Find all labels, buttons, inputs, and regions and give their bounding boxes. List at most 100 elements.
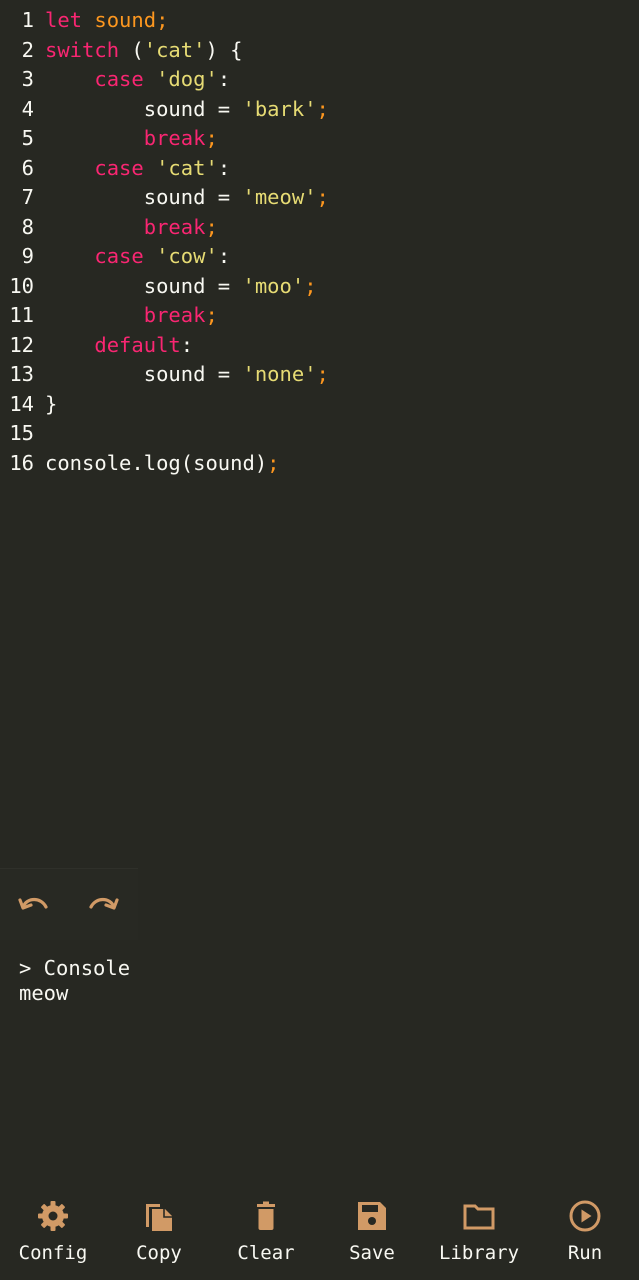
code-line[interactable]: 15 [0, 419, 639, 449]
code-token: 'dog' [156, 67, 218, 91]
code-line[interactable]: 12 default: [0, 331, 639, 361]
line-number: 6 [21, 155, 34, 180]
gear-icon [38, 1201, 68, 1231]
code-line[interactable]: 7 sound = 'meow'; [0, 183, 639, 213]
code-line[interactable]: 5 break; [0, 124, 639, 154]
code-token: sound = [45, 273, 243, 298]
code-line[interactable]: 1 let sound; [0, 6, 639, 36]
code-token: break [143, 214, 206, 239]
save-icon [358, 1202, 386, 1230]
play-circle-icon [569, 1200, 601, 1232]
code-token: sound = [45, 96, 243, 121]
code-token: ; [316, 96, 329, 121]
code-token: case [94, 67, 144, 91]
line-number: 15 [9, 421, 34, 445]
code-token: 'moo' [242, 273, 305, 298]
line-number: 7 [21, 185, 34, 209]
copy-button[interactable]: Copy [109, 1190, 209, 1280]
code-line[interactable]: 13 sound = 'none'; [0, 360, 639, 390]
save-label: Save [349, 1242, 395, 1264]
code-line[interactable]: 14} [0, 390, 639, 420]
code-token: 'none' [242, 362, 317, 386]
code-token: ; [304, 273, 317, 298]
run-button[interactable]: Run [535, 1190, 635, 1280]
code-token: : [180, 332, 194, 357]
line-number: 10 [9, 273, 34, 298]
code-token: sound = [45, 362, 243, 386]
console-header: > Console [19, 956, 131, 980]
code-token: console.log(sound) [45, 450, 268, 475]
code-token: 'cow' [156, 244, 218, 268]
code-token: 'meow' [242, 185, 317, 209]
code-editor[interactable]: 1 let sound; 2 switch ('cat') {3 case 'dog'… [0, 0, 639, 868]
undo-button[interactable] [17, 891, 51, 919]
line-number: 2 [21, 37, 34, 62]
code-token: default [94, 332, 181, 357]
line-number: 8 [21, 214, 34, 239]
code-token: break [143, 126, 206, 150]
config-button[interactable]: Config [3, 1190, 103, 1280]
code-token: ; [156, 8, 169, 32]
line-number: 3 [21, 67, 34, 91]
line-number: 11 [9, 303, 34, 327]
code-line[interactable]: 16 console.log(sound); [0, 449, 639, 479]
code-token: 'cat' [156, 155, 218, 180]
code-token: let [45, 8, 83, 32]
code-token: ; [205, 214, 218, 239]
code-token: ; [316, 185, 329, 209]
code-token: 'cat' [143, 37, 206, 62]
code-line[interactable]: 8 break; [0, 213, 639, 243]
library-button[interactable]: Library [429, 1190, 529, 1280]
code-token: sound = [45, 185, 243, 209]
line-number: 14 [9, 391, 34, 416]
console-panel: > Console meow [0, 940, 639, 1190]
trash-icon [257, 1201, 275, 1230]
code-token: switch [45, 37, 120, 62]
code-line[interactable]: 6 case 'cat': [0, 154, 639, 184]
redo-button[interactable] [86, 891, 120, 919]
code-token: : [217, 67, 231, 91]
code-token: ; [205, 126, 218, 150]
line-number: 12 [9, 332, 34, 357]
config-label: Config [18, 1242, 88, 1264]
library-label: Library [438, 1242, 520, 1264]
code-line[interactable]: 2 switch ('cat') { [0, 36, 639, 66]
code-token: : [217, 244, 231, 268]
line-number: 13 [9, 362, 34, 386]
line-number: 1 [21, 8, 34, 32]
code-token: ; [205, 303, 218, 327]
code-token: sound [82, 8, 157, 32]
code-token: : [217, 155, 231, 180]
bottom-toolbar: Config Copy Clear Save Library Run [0, 1190, 639, 1280]
code-token: case [94, 155, 144, 180]
run-label: Run [567, 1242, 603, 1264]
code-line[interactable]: 10 sound = 'moo'; [0, 272, 639, 302]
save-button[interactable]: Save [322, 1190, 422, 1280]
code-token: 'bark' [242, 96, 317, 121]
line-number: 4 [21, 96, 34, 121]
code-token: ; [316, 362, 329, 386]
copy-label: Copy [136, 1242, 182, 1264]
clear-label: Clear [237, 1242, 295, 1264]
redo-icon [89, 897, 119, 910]
clear-button[interactable]: Clear [216, 1190, 316, 1280]
code-line[interactable]: 3 case 'dog': [0, 65, 639, 95]
code-token: break [143, 303, 206, 327]
console-output: meow [19, 981, 69, 1005]
undo-icon [18, 897, 48, 910]
code-token: } [45, 391, 58, 416]
line-number: 5 [21, 126, 34, 150]
code-line[interactable]: 4 sound = 'bark'; [0, 95, 639, 125]
code-line[interactable]: 11 break; [0, 301, 639, 331]
code-line[interactable]: 9 case 'cow': [0, 242, 639, 272]
